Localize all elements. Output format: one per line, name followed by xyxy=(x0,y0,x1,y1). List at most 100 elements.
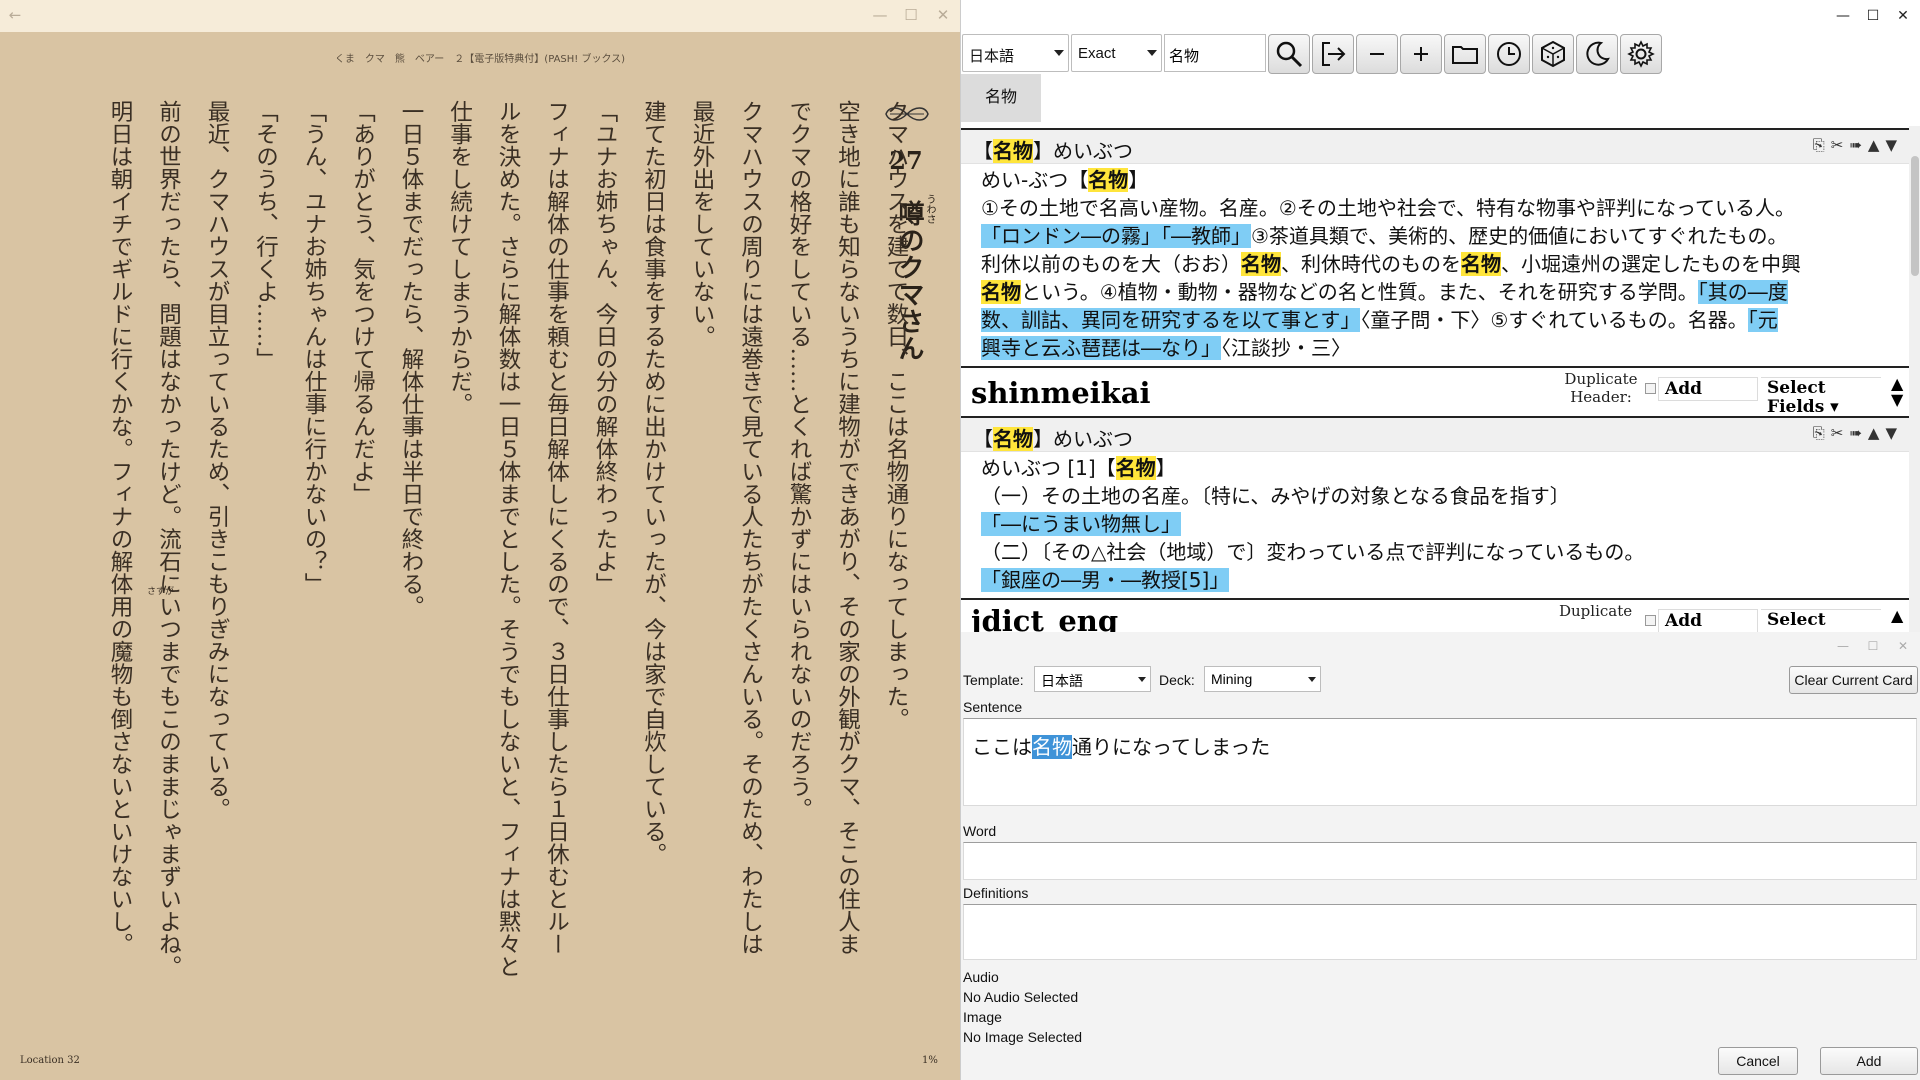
minimize-icon[interactable]: — xyxy=(1833,636,1853,656)
definition-line[interactable]: （一）その土地の名産。〔特に、みやげの対象となる食品を指す〕 xyxy=(981,482,1889,510)
card-editor-window: — ☐ ✕ Template: 日本語 Deck: Mining Clear C… xyxy=(960,632,1920,1080)
open-folder-button[interactable] xyxy=(1444,34,1486,74)
headword-reading: 】めいぶつ xyxy=(1033,427,1133,451)
night-mode-button[interactable] xyxy=(1576,34,1618,74)
history-button[interactable] xyxy=(1488,34,1530,74)
text-column[interactable]: クマハウスを建てて数日、ここは名物通りになってしまった。 xyxy=(872,100,921,1000)
cancel-button[interactable]: Cancel xyxy=(1718,1047,1798,1075)
text-column[interactable]: 一日５体までだったら、解体仕事は半日で終わる。 xyxy=(387,100,436,1000)
text-column[interactable]: クマハウスの周りには遠巻きで見ている人たちがたくさんいる。そのため、わたしは xyxy=(726,100,775,1000)
duplicate-checkbox[interactable] xyxy=(1645,615,1656,626)
text-column[interactable]: 建てた初日は食事をするために出かけていったが、今は家で自炊している。 xyxy=(629,100,678,1000)
text-column[interactable]: 仕事をし続けてしまうからだ。 xyxy=(435,100,484,1000)
example-quote: 「元 xyxy=(1747,308,1778,332)
definition-line[interactable]: 名物という。④植物・動物・器物などの名と性質。また、それを研究する学問。「其の―… xyxy=(981,278,1889,306)
minimize-icon[interactable]: — xyxy=(1833,6,1853,26)
definition-line[interactable]: めい-ぶつ【名物】 xyxy=(981,166,1889,194)
zoom-in-button[interactable] xyxy=(1400,34,1442,74)
definition-line[interactable]: （二）〔その△社会（地域）で〕変わっている点で評判になっているもの。 xyxy=(981,538,1889,566)
definition-text: ①その土地で名高い産物。名産。②その土地や社会で、特有な物事や評判になっている人… xyxy=(981,196,1796,220)
move-up-icon[interactable]: ▲ xyxy=(1891,608,1903,624)
word-field[interactable] xyxy=(963,842,1917,880)
text-column[interactable]: フィナは解体の仕事を頼むと毎日解体しにくるので、３日仕事したら１日休むとルー xyxy=(532,100,581,1000)
reader-location: Location 32 xyxy=(20,1055,80,1066)
zoom-out-button[interactable] xyxy=(1356,34,1398,74)
close-icon[interactable]: ✕ xyxy=(932,4,954,26)
example-quote: 数、訓詁、異同を研究するを以て事とす」 xyxy=(981,308,1361,332)
text-column[interactable]: 「ユナお姉ちゃん、今日の分の解体終わったよ」 xyxy=(581,100,630,1000)
open-popup-button[interactable] xyxy=(1312,34,1354,74)
close-icon[interactable]: ✕ xyxy=(1893,636,1913,656)
definitions-field[interactable] xyxy=(963,904,1917,960)
text-column[interactable]: 最近、クマハウスが目立っているため、引きこもりぎみになっている。 xyxy=(193,100,242,1000)
move-up-down-icon[interactable]: ▲ ▼ xyxy=(1891,376,1903,408)
select-fields-dropdown[interactable]: Select xyxy=(1761,609,1881,632)
sentence-field[interactable]: ここは名物通りになってしまった xyxy=(963,718,1917,806)
back-arrow-icon[interactable]: ← xyxy=(4,4,26,26)
chevron-down-icon xyxy=(1054,50,1064,56)
definition-line[interactable]: 「―にうまい物無し」 xyxy=(981,510,1889,538)
definition-line[interactable]: 利休以前のものを大（おお）名物、利休時代のものを名物、小堀遠州の選定したものを中… xyxy=(981,250,1889,278)
add-field-button[interactable]: Add xyxy=(1658,377,1758,401)
definition-line[interactable]: ①その土地で名高い産物。名産。②その土地や社会で、特有な物事や評判になっている人… xyxy=(981,194,1889,222)
ebook-reader-window: ← — ☐ ✕ くま クマ 熊 ベアー ２【電子版特典付】(PASH! ブックス… xyxy=(0,0,960,1080)
minimize-icon[interactable]: — xyxy=(869,4,891,26)
add-field-button[interactable]: Add xyxy=(1658,609,1758,632)
definition-text: めい-ぶつ【 xyxy=(981,168,1089,192)
search-button[interactable] xyxy=(1268,34,1310,74)
maximize-icon[interactable]: ☐ xyxy=(1863,636,1883,656)
reader-page-text[interactable]: クマハウスを建てて数日、ここは名物通りになってしまった。 空き地に誰も知らないう… xyxy=(60,100,920,1000)
text-column[interactable]: 「うん、ユナお姉ちゃんは仕事に行かないの？」 xyxy=(290,100,339,1000)
entry-action-icons[interactable]: ⎘✂➠▲▼ xyxy=(1813,136,1903,154)
definition-text: という。④植物・動物・器物などの名と性質。また、それを研究する学問。 xyxy=(1021,280,1698,304)
search-input[interactable]: 名物 xyxy=(1164,34,1266,72)
definition-line[interactable]: めいぶつ [1]【名物】 xyxy=(981,454,1889,482)
dictionary-name: shinmeikai xyxy=(971,376,1151,410)
deck-label: Deck: xyxy=(1159,672,1195,688)
scrollbar-thumb[interactable] xyxy=(1911,156,1919,276)
settings-button[interactable] xyxy=(1620,34,1662,74)
anki-deck-icon xyxy=(1541,40,1565,68)
text-column[interactable]: ルを決めた。さらに解体数は一日５体までとした。そうでもしないと、フィナは黙々と xyxy=(484,100,533,1000)
definition-text: ③茶道具類で、美術的、歴史的価値においてすぐれたもの。 xyxy=(1251,224,1788,248)
maximize-icon[interactable]: ☐ xyxy=(1863,6,1883,26)
definition-line[interactable]: 「銀座の―男・―教授[5]」 xyxy=(981,566,1889,594)
maximize-icon[interactable]: ☐ xyxy=(900,4,922,26)
dictionary-source-bar: jdict_eng Duplicate Add Select ▲ xyxy=(961,598,1909,632)
dictionary-toolbar: 日本語 Exact 名物 xyxy=(961,34,1920,74)
definition-line[interactable]: 興寺と云ふ琶琵は―なり」〈江談抄・三〉 xyxy=(981,334,1889,362)
add-card-button[interactable]: Add xyxy=(1820,1047,1918,1075)
deck-select[interactable]: Mining xyxy=(1204,666,1321,692)
dictionary-scrollbar[interactable] xyxy=(1909,126,1920,632)
close-icon[interactable]: ✕ xyxy=(1893,6,1913,26)
text-column[interactable]: 「ありがとう、気をつけて帰るんだよ」 xyxy=(338,100,387,1000)
reader-titlebar: ← — ☐ ✕ xyxy=(0,0,960,32)
text-column[interactable]: でクマの格好をしている……とくれば驚かずにはいられないのだろう。 xyxy=(775,100,824,1000)
language-select[interactable]: 日本語 xyxy=(962,34,1069,72)
dictionary-results: Fields ▾ 【名物】めいぶつ ⎘✂➠▲▼ めい-ぶつ【名物】①その土地で名… xyxy=(961,128,1909,632)
text-column[interactable]: 最近外出をしていない。 xyxy=(678,100,727,1000)
template-select[interactable]: 日本語 xyxy=(1034,666,1151,692)
sentence-suffix: 通りになってしまった xyxy=(1072,735,1271,759)
word-label: Word xyxy=(963,823,997,839)
duplicate-header-label: Duplicate Header: xyxy=(1564,370,1638,406)
entry-definition[interactable]: めい-ぶつ【名物】 ①その土地で名高い産物。名産。②その土地や社会で、特有な物事や… xyxy=(961,164,1909,366)
select-fields-dropdown[interactable]: Select Fields ▾ xyxy=(1761,377,1881,417)
text-column[interactable]: 明日は朝イチでギルドに行くかな。フィナの解体用の魔物も倒さないといけないし。 xyxy=(96,100,145,1000)
anki-deck-button[interactable] xyxy=(1532,34,1574,74)
text-column[interactable]: 前の世界だったら、問題はなかったけど。流石にいつまでもこのままじゃまずいよね。 xyxy=(144,100,193,1000)
entry-definition[interactable]: めいぶつ [1]【名物】 （一）その土地の名産。〔特に、みやげの対象となる食品を指… xyxy=(961,452,1909,598)
duplicate-checkbox[interactable] xyxy=(1645,383,1656,394)
entry-headword: 【名物】めいぶつ ⎘✂➠▲▼ xyxy=(961,418,1909,452)
definition-line[interactable]: 数、訓詁、異同を研究するを以て事とす」〈童子問・下〉⑤すぐれているもの。名器。「… xyxy=(981,306,1889,334)
duplicate-label: Duplicate xyxy=(1559,602,1633,620)
text-column[interactable]: 空き地に誰も知らないうちに建物ができあがり、その家の外観がクマ、そこの住人ま xyxy=(823,100,872,1000)
definition-line[interactable]: 「ロンドン―の霧」「―教師」③茶道具類で、美術的、歴史的価値においてすぐれたもの… xyxy=(981,222,1889,250)
tab-search-result[interactable]: 名物 xyxy=(961,74,1041,122)
entry-action-icons[interactable]: ⎘✂➠▲▼ xyxy=(1813,424,1903,442)
text-column[interactable]: 「そのうち、行くよ……」 xyxy=(241,100,290,1000)
clear-current-card-button[interactable]: Clear Current Card xyxy=(1789,666,1918,694)
match-mode-select[interactable]: Exact xyxy=(1071,34,1162,72)
dictionary-source-bar: shinmeikai Duplicate Header: Add Select … xyxy=(961,366,1909,418)
sentence-selected-word: 名物 xyxy=(1032,735,1072,759)
